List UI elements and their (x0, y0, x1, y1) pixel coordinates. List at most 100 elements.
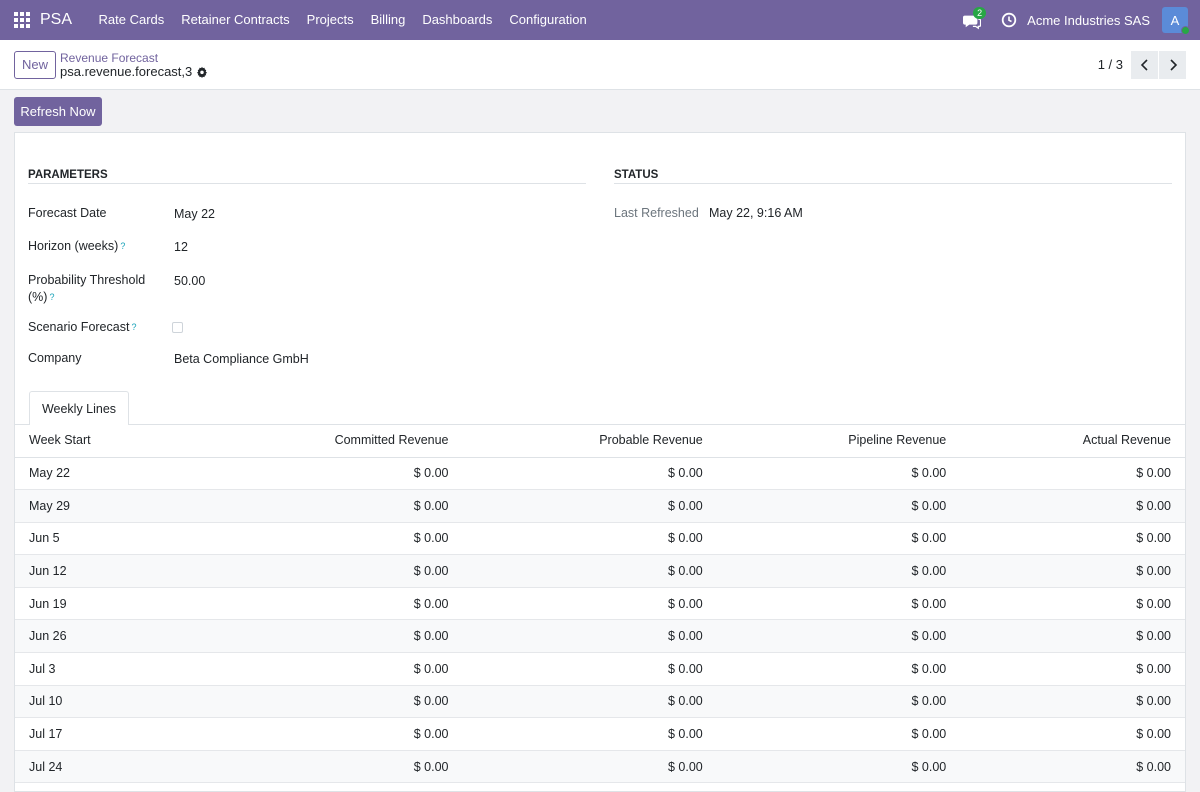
activity-clock-icon[interactable] (1001, 12, 1017, 28)
control-panel: New Revenue Forecast psa.revenue.forecas… (0, 40, 1200, 90)
scenario-label-text: Scenario Forecast (28, 320, 130, 334)
systray: 2 Acme Industries SAS A (963, 0, 1200, 40)
weekly-lines-table: Week Start Committed Revenue Probable Re… (15, 424, 1185, 784)
cell-week-start: Jul 24 (15, 750, 189, 784)
record-name: psa.revenue.forecast,3 (60, 63, 193, 79)
cell-week-start: Jun 19 (15, 587, 189, 621)
user-avatar[interactable]: A (1162, 7, 1190, 35)
cell-actual-revenue: $ 0.00 (960, 554, 1185, 588)
cell-actual-revenue: $ 0.00 (960, 587, 1185, 621)
horizon-label-text: Horizon (weeks) (28, 239, 119, 253)
horizon-field[interactable]: 12 (174, 240, 188, 254)
cell-pipeline-revenue: $ 0.00 (716, 717, 961, 751)
table-row[interactable]: Jul 3 $ 0.00 $ 0.00 $ 0.00 $ 0.00 (15, 652, 1185, 686)
cell-pipeline-revenue: $ 0.00 (716, 750, 961, 784)
app-brand[interactable]: PSA (40, 11, 72, 29)
chevron-left-icon (1140, 58, 1148, 71)
cell-week-start: Jul 3 (15, 652, 189, 686)
cell-probable-revenue: $ 0.00 (462, 717, 717, 751)
record-pager: 1 / 3 (1098, 50, 1186, 79)
company-switcher[interactable]: Acme Industries SAS (1027, 13, 1150, 28)
scenario-label: Scenario Forecast? (28, 319, 136, 336)
table-header-row: Week Start Committed Revenue Probable Re… (15, 424, 1185, 458)
gear-icon[interactable] (196, 66, 208, 78)
cell-probable-revenue: $ 0.00 (462, 457, 717, 491)
cell-actual-revenue: $ 0.00 (960, 522, 1185, 556)
menu-configuration[interactable]: Configuration (501, 0, 595, 40)
table-row[interactable]: May 22 $ 0.00 $ 0.00 $ 0.00 $ 0.00 (15, 457, 1185, 491)
cell-week-start: Jun 26 (15, 619, 189, 654)
cell-week-start: May 22 (15, 457, 189, 491)
cell-actual-revenue: $ 0.00 (960, 457, 1185, 491)
apps-grid-icon[interactable] (14, 12, 30, 28)
cell-probable-revenue: $ 0.00 (462, 750, 717, 784)
tab-weekly-lines[interactable]: Weekly Lines (29, 391, 129, 425)
table-row[interactable]: Jun 26 $ 0.00 $ 0.00 $ 0.00 $ 0.00 (15, 619, 1185, 654)
cell-committed-revenue: $ 0.00 (188, 717, 463, 751)
table-row[interactable]: May 29 $ 0.00 $ 0.00 $ 0.00 $ 0.00 (15, 489, 1185, 523)
table-row[interactable]: Jul 10 $ 0.00 $ 0.00 $ 0.00 $ 0.00 (15, 685, 1185, 719)
table-row[interactable]: Jun 19 $ 0.00 $ 0.00 $ 0.00 $ 0.00 (15, 587, 1185, 621)
cell-week-start: Jun 5 (15, 522, 189, 556)
table-row[interactable]: Jul 17 $ 0.00 $ 0.00 $ 0.00 $ 0.00 (15, 717, 1185, 751)
column-header-actual-revenue[interactable]: Actual Revenue (960, 424, 1185, 458)
new-button[interactable]: New (14, 50, 56, 79)
menu-retainer-contracts[interactable]: Retainer Contracts (173, 0, 298, 40)
column-header-probable-revenue[interactable]: Probable Revenue (462, 424, 717, 458)
cell-actual-revenue: $ 0.00 (960, 619, 1185, 654)
last-refreshed-field: May 22, 9:16 AM (709, 206, 803, 220)
breadcrumb: Revenue Forecast psa.revenue.forecast,3 (60, 51, 208, 79)
cell-actual-revenue: $ 0.00 (960, 685, 1185, 719)
status-group-title: STATUS (614, 169, 1172, 184)
cell-pipeline-revenue: $ 0.00 (716, 457, 961, 491)
messages-badge: 2 (973, 7, 987, 19)
scenario-forecast-checkbox[interactable] (172, 322, 183, 333)
cell-committed-revenue: $ 0.00 (188, 587, 463, 621)
cell-committed-revenue: $ 0.00 (188, 457, 463, 491)
cell-actual-revenue: $ 0.00 (960, 652, 1185, 686)
pager-value[interactable]: 1 / 3 (1098, 57, 1123, 72)
cell-actual-revenue: $ 0.00 (960, 750, 1185, 784)
menu-dashboards[interactable]: Dashboards (414, 0, 501, 40)
cell-probable-revenue: $ 0.00 (462, 554, 717, 588)
company-field[interactable]: Beta Compliance GmbH (174, 352, 309, 366)
table-row[interactable]: Jul 24 $ 0.00 $ 0.00 $ 0.00 $ 0.00 (15, 750, 1185, 784)
cell-week-start: Jul 17 (15, 717, 189, 751)
column-header-pipeline-revenue[interactable]: Pipeline Revenue (716, 424, 961, 458)
table-row[interactable]: Jun 5 $ 0.00 $ 0.00 $ 0.00 $ 0.00 (15, 522, 1185, 556)
help-tooltip-icon[interactable]: ? (49, 292, 54, 302)
column-header-week-start[interactable]: Week Start (15, 424, 189, 458)
refresh-now-button[interactable]: Refresh Now (14, 97, 102, 126)
menu-projects[interactable]: Projects (298, 0, 362, 40)
cell-pipeline-revenue: $ 0.00 (716, 685, 961, 719)
column-header-committed-revenue[interactable]: Committed Revenue (188, 424, 463, 458)
company-label: Company (28, 351, 82, 365)
form-statusbar: Refresh Now (0, 90, 1200, 126)
forecast-date-field[interactable]: May 22 (174, 207, 215, 221)
messages-icon[interactable]: 2 (963, 7, 987, 30)
cell-committed-revenue: $ 0.00 (188, 750, 463, 784)
parameters-group-title: PARAMETERS (28, 169, 586, 184)
pager-previous-button[interactable] (1131, 50, 1158, 79)
cell-committed-revenue: $ 0.00 (188, 522, 463, 556)
cell-pipeline-revenue: $ 0.00 (716, 489, 961, 523)
pager-next-button[interactable] (1159, 50, 1186, 79)
cell-week-start: May 29 (15, 489, 189, 523)
cell-week-start: Jun 12 (15, 554, 189, 588)
menu-rate-cards[interactable]: Rate Cards (90, 0, 173, 40)
menu-billing[interactable]: Billing (362, 0, 414, 40)
probability-field[interactable]: 50.00 (174, 274, 205, 288)
breadcrumb-parent[interactable]: Revenue Forecast (60, 51, 208, 65)
horizon-label: Horizon (weeks)? (28, 238, 125, 255)
help-tooltip-icon[interactable]: ? (131, 322, 136, 332)
breadcrumb-current: psa.revenue.forecast,3 (60, 63, 208, 79)
cell-probable-revenue: $ 0.00 (462, 522, 717, 556)
cell-committed-revenue: $ 0.00 (188, 685, 463, 719)
cell-week-start: Jul 10 (15, 685, 189, 719)
cell-pipeline-revenue: $ 0.00 (716, 554, 961, 588)
form-sheet: PARAMETERS Forecast Date May 22 Horizon … (14, 132, 1186, 792)
probability-label: Probability Threshold (%)? (28, 272, 153, 306)
help-tooltip-icon[interactable]: ? (120, 241, 125, 251)
table-row[interactable]: Jun 12 $ 0.00 $ 0.00 $ 0.00 $ 0.00 (15, 554, 1185, 588)
cell-probable-revenue: $ 0.00 (462, 489, 717, 523)
